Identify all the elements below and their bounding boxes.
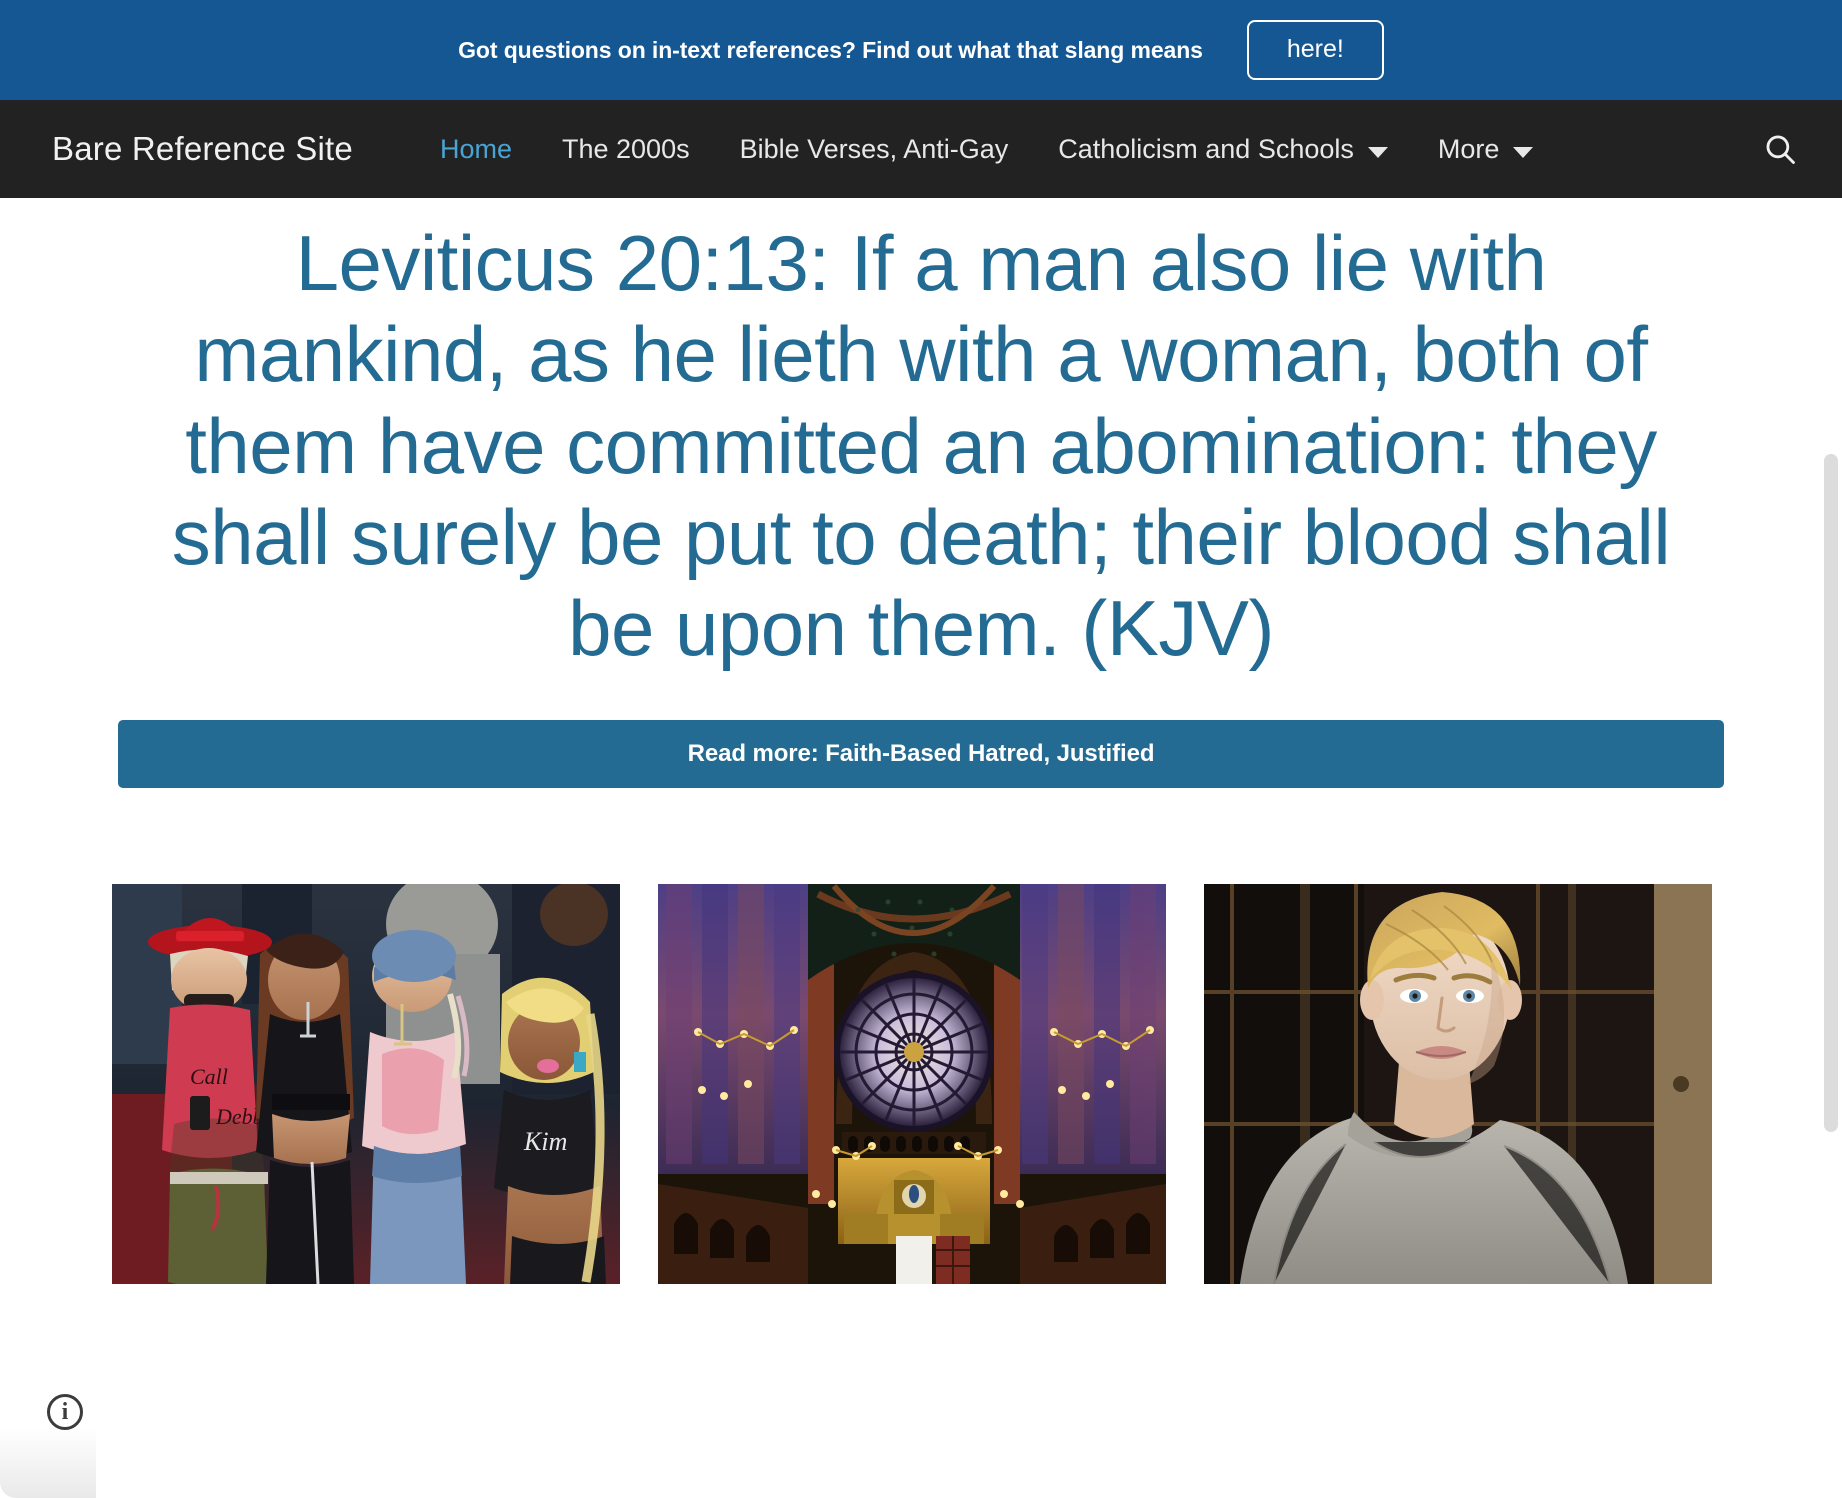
- nav-item-bible-verses-anti-gay-label: Bible Verses, Anti-Gay: [739, 133, 1009, 164]
- chevron-down-icon: [1367, 146, 1388, 158]
- vertical-scrollbar-thumb[interactable]: [1824, 454, 1838, 1132]
- image-gallery: Call Debb Kim: [0, 788, 1842, 1285]
- nav-item-catholicism-and-schools-label: Catholicism and Schools: [1058, 133, 1354, 164]
- image-card-portrait[interactable]: [1204, 884, 1712, 1285]
- nav-item-the-2000s-label: The 2000s: [562, 133, 690, 164]
- image-card-pop-stars[interactable]: Call Debb Kim: [112, 884, 620, 1285]
- announcement-text: Got questions on in-text references? Fin…: [458, 36, 1203, 63]
- nav-item-the-2000s[interactable]: The 2000s: [537, 133, 715, 164]
- cathedral-photo: [658, 884, 1166, 1285]
- svg-text:Call: Call: [190, 1064, 228, 1089]
- image-card-cathedral[interactable]: [658, 884, 1166, 1285]
- nav-item-more-label: More: [1437, 133, 1500, 164]
- search-icon: [1766, 135, 1795, 164]
- site-title[interactable]: Bare Reference Site: [52, 130, 353, 168]
- nav-item-home-label: Home: [439, 133, 512, 164]
- nav-links: Home The 2000s Bible Verses, Anti-Gay Ca…: [415, 133, 1754, 164]
- portrait-photo: [1204, 884, 1712, 1285]
- info-icon[interactable]: i: [47, 1394, 83, 1430]
- read-more-button[interactable]: Read more: Faith-Based Hatred, Justified: [118, 720, 1724, 789]
- vertical-scrollbar-track[interactable]: [1820, 396, 1842, 1498]
- nav-item-catholicism-and-schools[interactable]: Catholicism and Schools: [1033, 133, 1413, 164]
- search-button[interactable]: [1754, 123, 1806, 175]
- main-navigation-bar: Bare Reference Site Home The 2000s Bible…: [0, 100, 1842, 198]
- page-title: Leviticus 20:13: If a man also lie with …: [171, 219, 1671, 672]
- announcement-banner: Got questions on in-text references? Fin…: [0, 0, 1842, 100]
- pop-stars-photo: Call Debb Kim: [112, 884, 620, 1285]
- page-content: Leviticus 20:13: If a man also lie with …: [0, 198, 1842, 1498]
- nav-item-bible-verses-anti-gay[interactable]: Bible Verses, Anti-Gay: [715, 133, 1034, 164]
- read-more-container: Read more: Faith-Based Hatred, Justified: [0, 674, 1842, 789]
- announcement-here-button[interactable]: here!: [1246, 20, 1384, 80]
- chevron-down-icon: [1513, 146, 1534, 158]
- page-corner-fade: [0, 1428, 96, 1498]
- svg-text:Kim: Kim: [523, 1127, 567, 1156]
- nav-item-home[interactable]: Home: [415, 133, 537, 164]
- nav-item-more[interactable]: More: [1413, 133, 1559, 164]
